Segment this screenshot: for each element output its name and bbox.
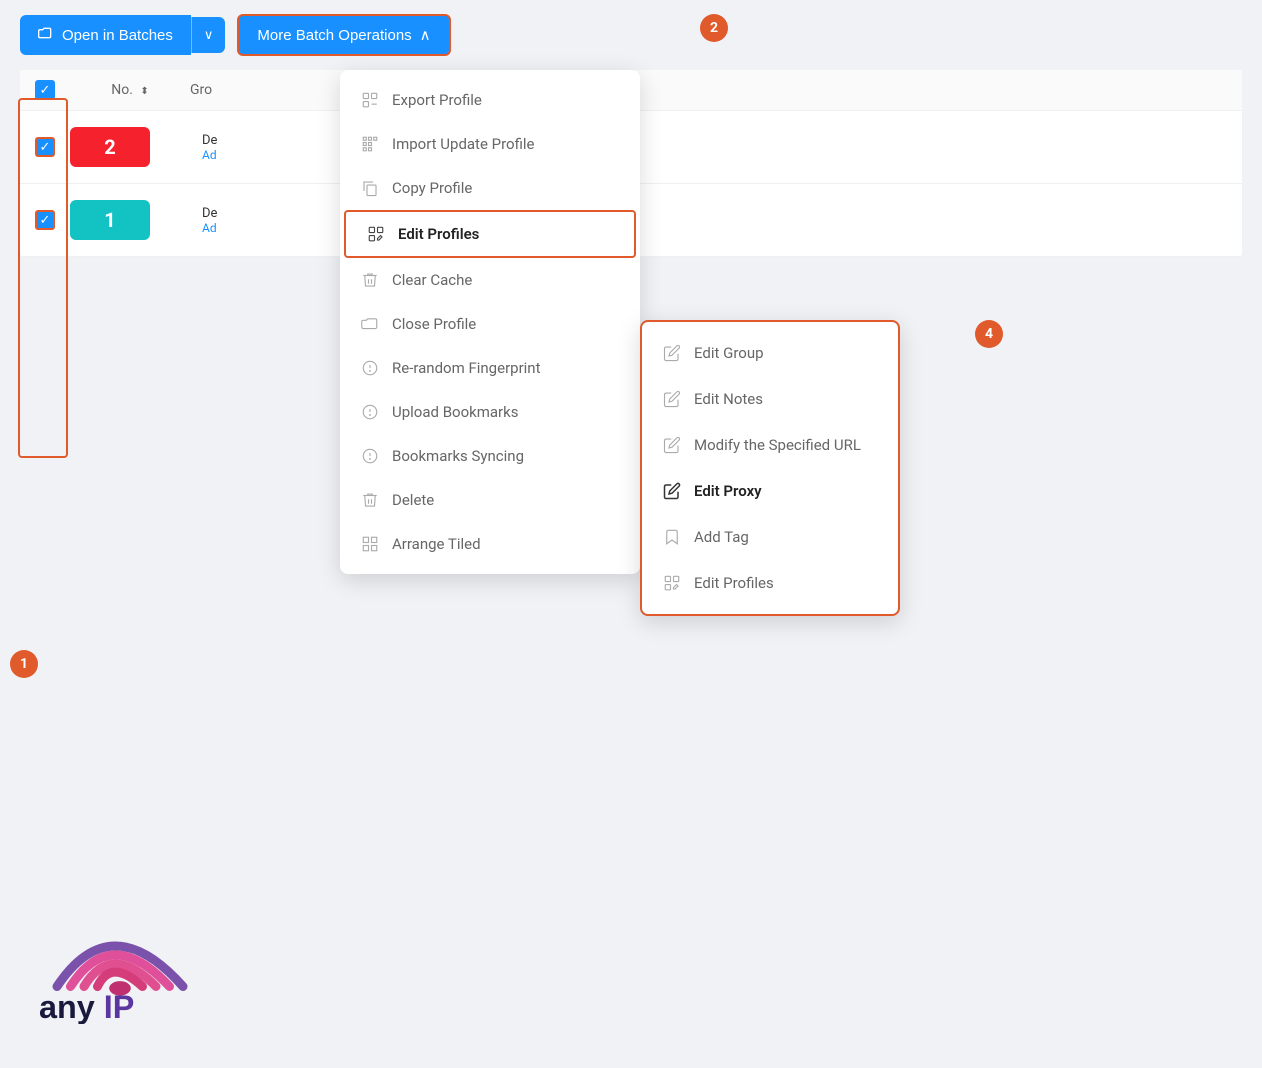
sub-menu-item-add-tag[interactable]: Add Tag — [642, 514, 898, 560]
menu-item-clear-cache[interactable]: Clear Cache — [340, 258, 640, 302]
row1-checkbox[interactable]: ✓ — [35, 137, 55, 157]
grid-icon — [360, 534, 380, 554]
row2-group: De Ad — [190, 206, 340, 235]
header-checkbox-col: ✓ — [20, 80, 70, 100]
profile-badge-red: 2 — [70, 127, 150, 167]
bookmark-icon — [662, 527, 682, 547]
profile-badge-teal: 1 — [70, 200, 150, 240]
export-icon — [360, 90, 380, 110]
edit-profiles-sub-dropdown: Edit Group Edit Notes Modify the Specifi… — [640, 320, 900, 616]
import-icon — [360, 134, 380, 154]
menu-label-edit-profiles: Edit Profiles — [398, 225, 479, 243]
row2-checkbox-col: ✓ — [20, 210, 70, 230]
edit-profiles-icon — [366, 224, 386, 244]
menu-label-arrange-tiled: Arrange Tiled — [392, 535, 481, 553]
sub-menu-item-edit-notes[interactable]: Edit Notes — [642, 376, 898, 422]
sub-menu-label-modify-url: Modify the Specified URL — [694, 436, 861, 454]
upload-bookmarks-icon — [360, 402, 380, 422]
warning-circle-icon — [360, 358, 380, 378]
menu-item-arrange-tiled[interactable]: Arrange Tiled — [340, 522, 640, 566]
row2-checkbox[interactable]: ✓ — [35, 210, 55, 230]
bookmarks-syncing-icon — [360, 446, 380, 466]
row1-group: De Ad — [190, 133, 340, 162]
chevron-down-icon: ∨ — [204, 27, 214, 43]
menu-label-clear-cache: Clear Cache — [392, 271, 472, 289]
sub-menu-item-edit-group[interactable]: Edit Group — [642, 330, 898, 376]
more-batch-operations-button[interactable]: More Batch Operations ∧ — [237, 14, 450, 56]
sub-menu-label-add-tag: Add Tag — [694, 528, 749, 546]
select-all-checkbox[interactable]: ✓ — [35, 80, 55, 100]
menu-label-delete: Delete — [392, 491, 434, 509]
badge-2: 2 — [700, 14, 728, 42]
copy-icon — [360, 178, 380, 198]
menu-item-bookmarks-syncing[interactable]: Bookmarks Syncing — [340, 434, 640, 478]
svg-text:any: any — [39, 989, 95, 1024]
menu-item-export-profile[interactable]: Export Profile — [340, 78, 640, 122]
row2-no: 1 — [70, 200, 190, 240]
modify-url-icon — [662, 435, 682, 455]
menu-item-upload-bookmarks[interactable]: Upload Bookmarks — [340, 390, 640, 434]
menu-label-re-random-fingerprint: Re-random Fingerprint — [392, 359, 541, 377]
sub-menu-item-edit-proxy[interactable]: Edit Proxy — [642, 468, 898, 514]
open-batches-button[interactable]: Open in Batches — [20, 15, 191, 55]
open-batches-label: Open in Batches — [62, 27, 173, 44]
sort-icon[interactable]: ⬍ — [140, 86, 148, 97]
edit-profiles-sub-icon — [662, 573, 682, 593]
menu-item-re-random-fingerprint[interactable]: Re-random Fingerprint — [340, 346, 640, 390]
row1-checkbox-col: ✓ — [20, 137, 70, 157]
menu-label-upload-bookmarks: Upload Bookmarks — [392, 403, 519, 421]
menu-label-import-update-profile: Import Update Profile — [392, 135, 535, 153]
delete-icon — [360, 490, 380, 510]
badge-4: 4 — [975, 320, 1003, 348]
row1-sub: Ad — [202, 148, 340, 162]
trash-icon — [360, 270, 380, 290]
row1-no: 2 — [70, 127, 190, 167]
toolbar: Open in Batches ∨ More Batch Operations … — [0, 0, 1262, 70]
batch-operations-dropdown: Export Profile Import Update Profile Cop… — [340, 70, 640, 574]
menu-label-copy-profile: Copy Profile — [392, 179, 472, 197]
sub-menu-label-edit-profiles: Edit Profiles — [694, 574, 774, 592]
menu-item-edit-profiles[interactable]: Edit Profiles — [344, 210, 636, 258]
svg-text:IP: IP — [104, 989, 135, 1024]
more-batch-label: More Batch Operations — [257, 27, 411, 44]
menu-item-close-profile[interactable]: Close Profile — [340, 302, 640, 346]
menu-label-export-profile: Export Profile — [392, 91, 482, 109]
menu-item-delete[interactable]: Delete — [340, 478, 640, 522]
sub-menu-item-modify-url[interactable]: Modify the Specified URL — [642, 422, 898, 468]
sub-menu-label-edit-notes: Edit Notes — [694, 390, 763, 408]
menu-label-close-profile: Close Profile — [392, 315, 476, 333]
anyip-logo: any IP — [30, 904, 210, 1024]
menu-item-import-update-profile[interactable]: Import Update Profile — [340, 122, 640, 166]
menu-label-bookmarks-syncing: Bookmarks Syncing — [392, 447, 524, 465]
open-batches-dropdown-button[interactable]: ∨ — [191, 17, 226, 53]
sub-menu-item-edit-profiles[interactable]: Edit Profiles — [642, 560, 898, 606]
row2-label: De — [202, 206, 340, 221]
edit-proxy-icon — [662, 481, 682, 501]
edit-notes-icon — [662, 389, 682, 409]
row2-sub: Ad — [202, 221, 340, 235]
folder-icon-menu — [360, 314, 380, 334]
row1-label: De — [202, 133, 340, 148]
sub-menu-label-edit-proxy: Edit Proxy — [694, 482, 762, 500]
col-no-header: No. ⬍ — [70, 82, 190, 98]
menu-item-copy-profile[interactable]: Copy Profile — [340, 166, 640, 210]
logo-area: any IP — [30, 904, 210, 1028]
chevron-up-icon: ∧ — [420, 26, 431, 44]
badge-1: 1 — [10, 650, 38, 678]
folder-icon — [38, 25, 54, 45]
sub-menu-label-edit-group: Edit Group — [694, 344, 764, 362]
edit-group-icon — [662, 343, 682, 363]
col-group-header: Gro — [190, 82, 340, 98]
